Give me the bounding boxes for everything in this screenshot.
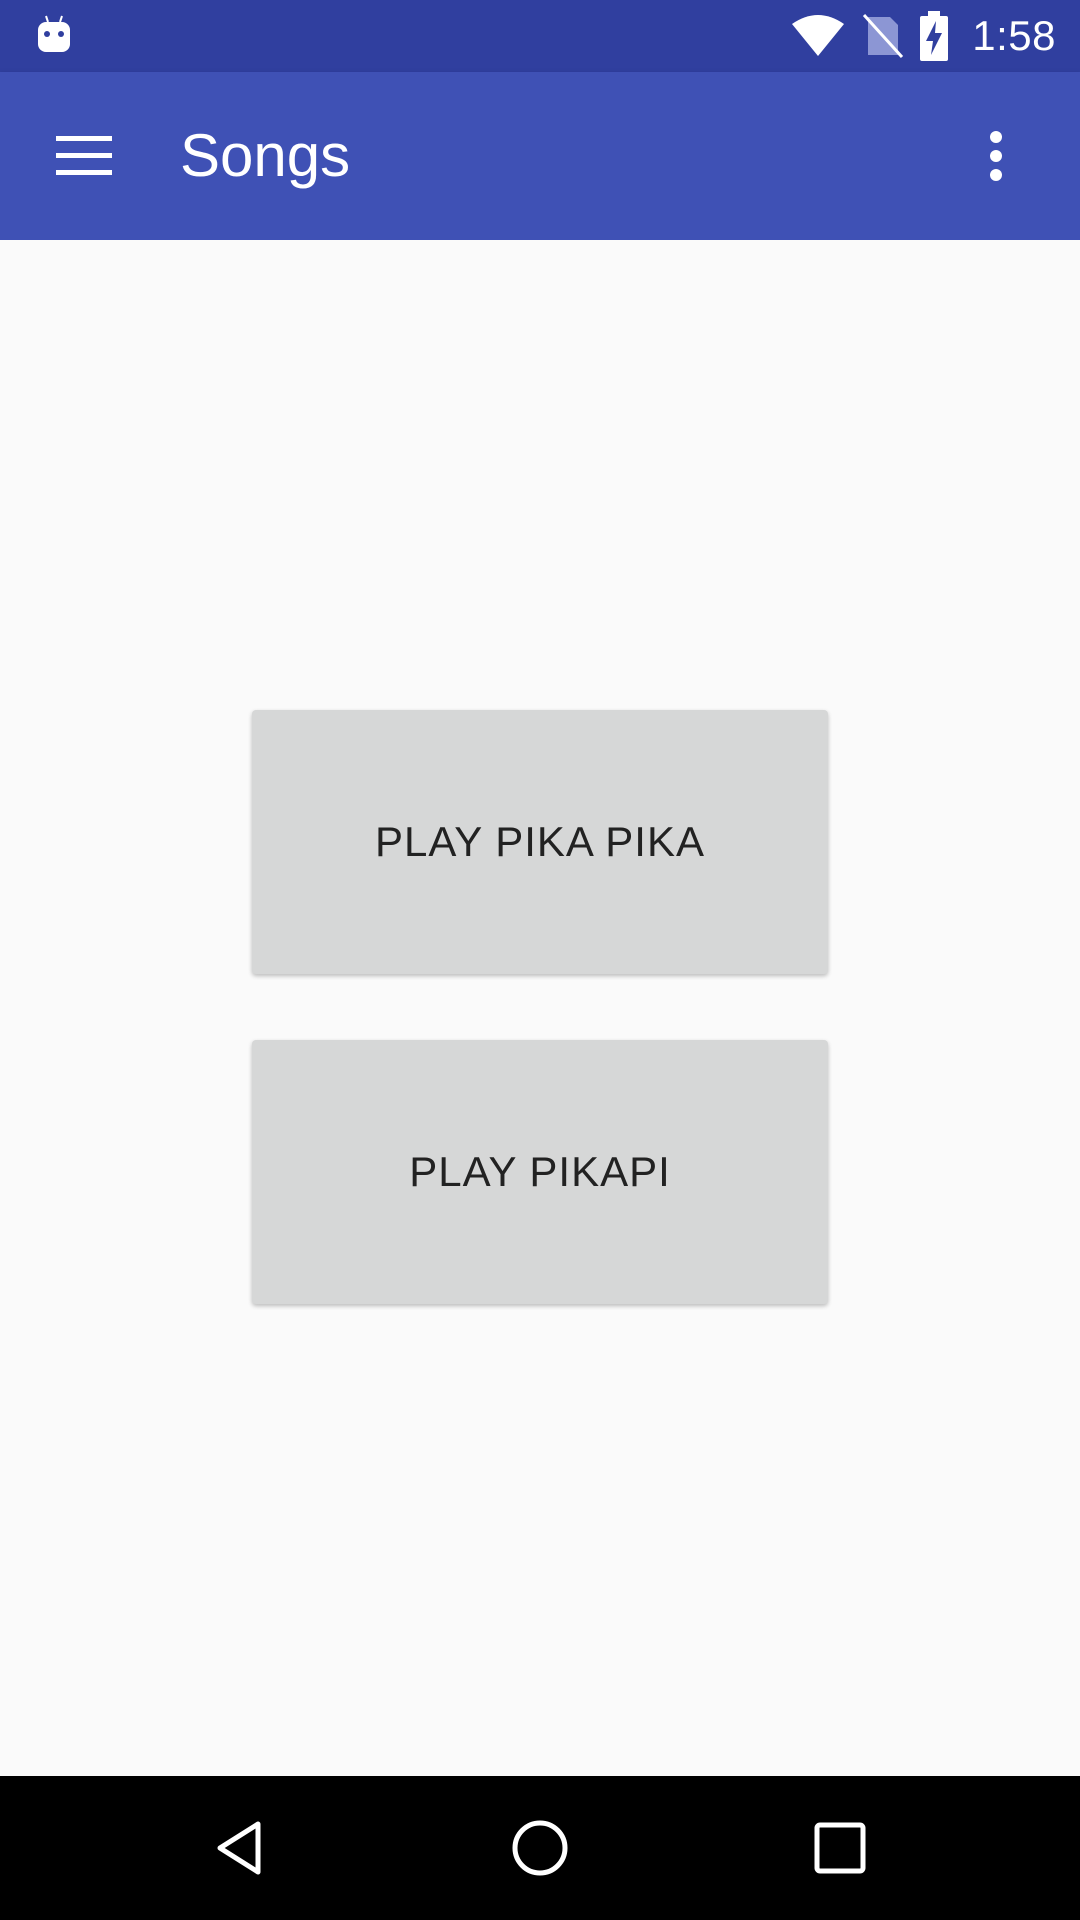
play-pikapi-button[interactable]: PLAY PIKAPI [252,1040,828,1304]
back-button[interactable] [192,1800,288,1896]
wifi-icon [792,15,845,56]
navigation-bar [0,1776,1080,1920]
more-vert-icon [990,131,1002,181]
status-time: 1:58 [972,12,1056,59]
status-bar: 1:58 [0,0,1080,72]
android-debug-icon [38,15,70,52]
no-sim-icon [863,13,904,59]
home-icon [512,1820,568,1876]
overflow-menu-button[interactable] [948,108,1044,204]
home-button[interactable] [492,1800,588,1896]
recents-icon [814,1822,866,1874]
page-title: Songs [180,122,351,189]
navigation-menu-button[interactable] [36,108,132,204]
recents-button[interactable] [792,1800,888,1896]
main-content: PLAY PIKA PIKA PLAY PIKAPI [0,240,1080,1776]
play-pika-pika-button[interactable]: PLAY PIKA PIKA [252,710,828,974]
back-icon [217,1821,261,1875]
status-icons: 1:58 [790,0,1056,72]
hamburger-menu-icon [56,136,112,175]
app-bar: Songs [0,72,1080,240]
battery-charging-icon [920,11,949,61]
